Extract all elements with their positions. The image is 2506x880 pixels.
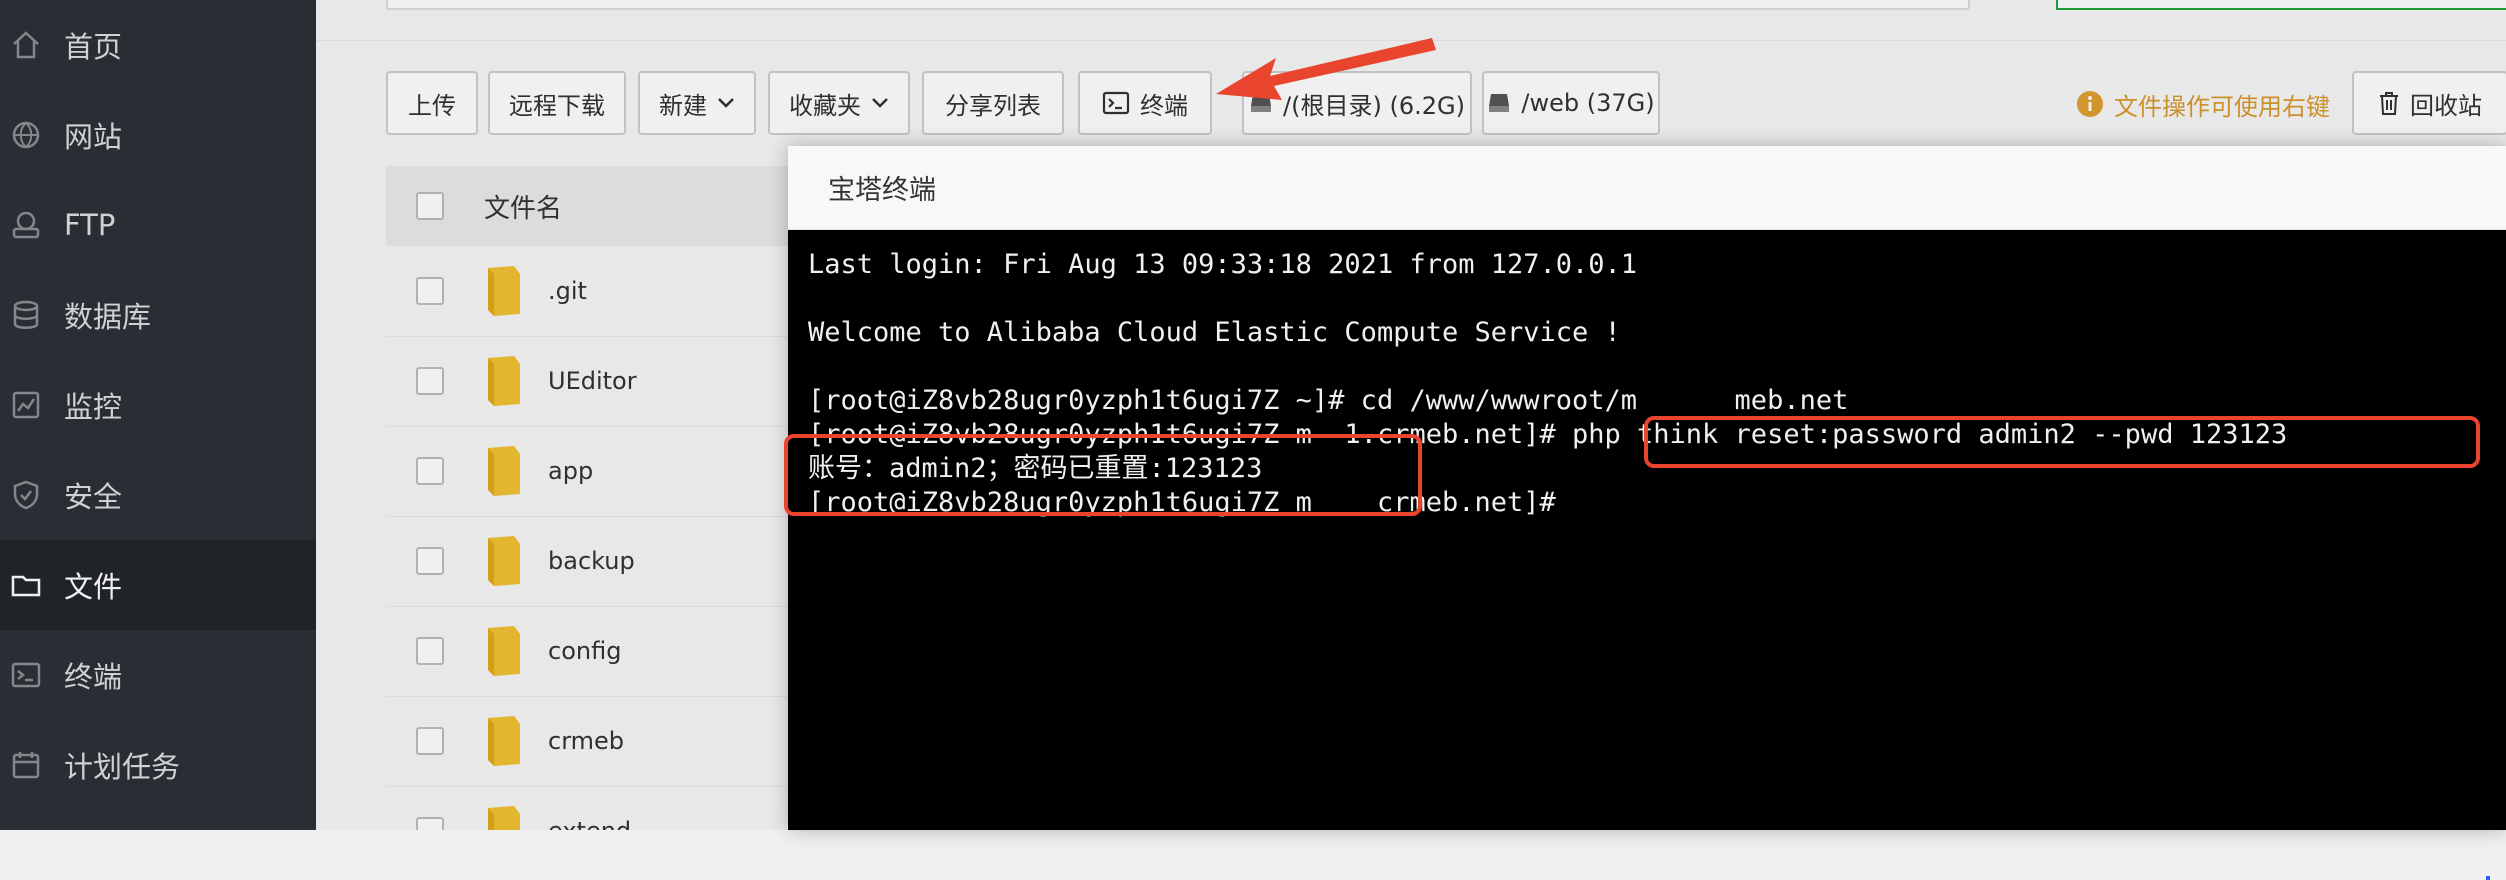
terminal-output[interactable]: Last login: Fri Aug 13 09:33:18 2021 fro… bbox=[788, 230, 2506, 880]
annotation-arrow bbox=[1216, 38, 1436, 100]
annotation-box-command bbox=[1644, 416, 2480, 468]
terminal-line: Last login: Fri Aug 13 09:33:18 2021 fro… bbox=[808, 249, 1638, 280]
terminal-line: [root@iZ8vb28ugr0yzph1t6ugi7Z ~]# cd /ww… bbox=[808, 385, 1849, 416]
modal-overlay bbox=[0, 0, 316, 830]
terminal-line: Welcome to Alibaba Cloud Elastic Compute… bbox=[808, 317, 1621, 348]
annotation-box-result bbox=[784, 434, 1422, 516]
dialog-title[interactable]: 宝塔终端 bbox=[788, 146, 2506, 230]
cursor bbox=[2486, 876, 2490, 880]
